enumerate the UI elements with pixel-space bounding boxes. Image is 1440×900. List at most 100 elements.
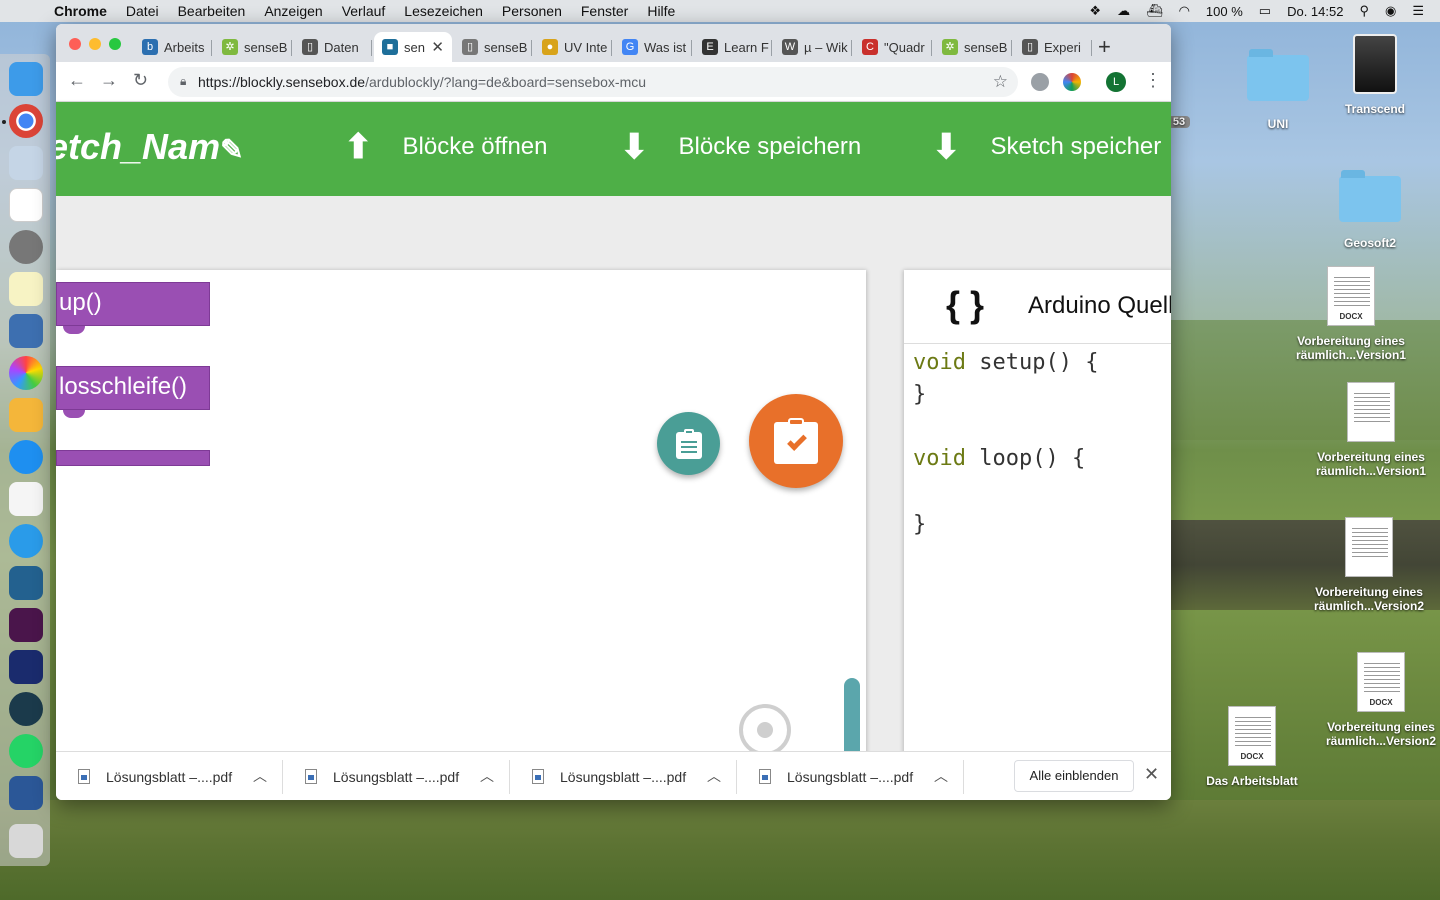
dropbox-icon[interactable]: ❖ bbox=[1089, 3, 1101, 19]
tab-3-active[interactable]: ■ sen ✕ bbox=[374, 32, 452, 62]
forward-arrow-icon[interactable]: → bbox=[100, 70, 118, 91]
cloud-upload-icon[interactable] bbox=[9, 524, 43, 558]
save-sketch-button[interactable]: ⬇ Sketch speicher bbox=[932, 122, 1161, 172]
compile-button[interactable] bbox=[749, 394, 843, 488]
siri-icon[interactable]: ◉ bbox=[1385, 3, 1396, 19]
calendar-icon[interactable] bbox=[9, 188, 43, 222]
cloud-icon[interactable]: ☁ bbox=[1117, 3, 1130, 19]
chrome-extension-icon[interactable] bbox=[1063, 73, 1081, 91]
chevron-up-icon[interactable]: ︿ bbox=[934, 766, 948, 786]
desktop-doc-arbeitsblatt[interactable]: DOCX Das Arbeitsblatt bbox=[1194, 706, 1310, 788]
close-tab-icon[interactable]: ✕ bbox=[431, 38, 444, 56]
desktop-folder-uni[interactable]: UNI bbox=[1240, 49, 1316, 131]
tab-strip: b Arbeits ✲ senseB ▯ Daten ■ sen ✕ ▯ senseB ● U… bbox=[56, 24, 1171, 62]
menu-datei[interactable]: Datei bbox=[126, 3, 159, 19]
finder-icon[interactable] bbox=[9, 62, 43, 96]
menu-fenster[interactable]: Fenster bbox=[581, 3, 628, 19]
chevron-up-icon[interactable]: ︿ bbox=[707, 766, 721, 786]
tab-5[interactable]: ● UV Inte bbox=[534, 32, 612, 62]
show-all-downloads-button[interactable]: Alle einblenden bbox=[1014, 760, 1134, 792]
menu-verlauf[interactable]: Verlauf bbox=[342, 3, 386, 19]
slack-icon[interactable] bbox=[9, 608, 43, 642]
profile-avatar[interactable]: L bbox=[1106, 72, 1126, 92]
close-downloads-icon[interactable]: ✕ bbox=[1144, 764, 1159, 785]
minimize-window-button[interactable] bbox=[89, 38, 101, 50]
docker-icon[interactable]: ⛴ bbox=[1146, 3, 1163, 19]
bookmark-star-icon[interactable]: ☆ bbox=[993, 72, 1008, 92]
block-endlosschleife[interactable]: losschleife() bbox=[56, 366, 210, 418]
address-bar[interactable]: 🔒︎ https://blockly.sensebox.de/ardublock… bbox=[168, 67, 1018, 97]
tab-0[interactable]: b Arbeits bbox=[134, 32, 212, 62]
drive-extension-icon[interactable] bbox=[1031, 73, 1049, 91]
python-icon[interactable] bbox=[9, 314, 43, 348]
download-item[interactable]: Lösungsblatt –....pdf ︿ bbox=[283, 752, 510, 800]
tab-4[interactable]: ▯ senseB bbox=[454, 32, 532, 62]
desktop-drive-transcend[interactable]: Transcend bbox=[1330, 34, 1420, 116]
more-menu-icon[interactable]: ⋮ bbox=[1144, 70, 1162, 91]
app-store-icon[interactable] bbox=[9, 440, 43, 474]
pages-icon[interactable] bbox=[9, 398, 43, 432]
desktop-doc-version1-a[interactable]: DOCX Vorbereitung eines räumlich...Versi… bbox=[1290, 266, 1412, 362]
chevron-up-icon[interactable]: ︿ bbox=[253, 766, 267, 786]
clock[interactable]: Do. 14:52 bbox=[1287, 4, 1343, 19]
trash-icon[interactable] bbox=[9, 824, 43, 858]
open-blocks-button[interactable]: ⬆ Blöcke öffnen bbox=[344, 122, 548, 172]
vscode-icon[interactable] bbox=[9, 566, 43, 600]
gitkraken-icon[interactable] bbox=[9, 692, 43, 726]
menu-bearbeiten[interactable]: Bearbeiten bbox=[178, 3, 246, 19]
battery-icon[interactable]: ▭ bbox=[1259, 3, 1271, 19]
blockly-workspace[interactable]: up() losschleife() bbox=[56, 270, 866, 800]
chevron-up-icon[interactable]: ︿ bbox=[480, 766, 494, 786]
menu-hilfe[interactable]: Hilfe bbox=[647, 3, 675, 19]
tab-8[interactable]: Wµ – Wik bbox=[774, 32, 852, 62]
tab-2[interactable]: ▯ Daten bbox=[294, 32, 372, 62]
chrome-icon[interactable] bbox=[9, 104, 43, 138]
save-blocks-button[interactable]: ⬇ Blöcke speichern bbox=[620, 122, 861, 172]
zoom-window-button[interactable] bbox=[109, 38, 121, 50]
tab-favicon-icon: b bbox=[142, 39, 158, 55]
tab-1[interactable]: ✲ senseB bbox=[214, 32, 292, 62]
tab-10[interactable]: ✲ senseB bbox=[934, 32, 1012, 62]
copy-code-button[interactable] bbox=[657, 412, 720, 475]
amazon-music-icon[interactable] bbox=[9, 650, 43, 684]
textedit-icon[interactable] bbox=[9, 482, 43, 516]
tab-6[interactable]: G Was ist bbox=[614, 32, 692, 62]
spotlight-icon[interactable]: ⚲ bbox=[1359, 3, 1369, 19]
word-icon[interactable] bbox=[9, 776, 43, 810]
battery-percent[interactable]: 100 % bbox=[1206, 4, 1243, 19]
reload-icon[interactable]: ↻ bbox=[133, 70, 148, 91]
desktop-label: Geosoft2 bbox=[1343, 236, 1396, 250]
notification-center-icon[interactable]: ☰ bbox=[1412, 3, 1424, 19]
close-window-button[interactable] bbox=[69, 38, 81, 50]
pencil-icon[interactable]: ✎ bbox=[220, 134, 243, 165]
wifi-icon[interactable]: ◠ bbox=[1179, 3, 1190, 19]
code-panel: { } Arduino Quell void setup() { } void … bbox=[904, 270, 1171, 760]
menu-anzeigen[interactable]: Anzeigen bbox=[264, 3, 322, 19]
tab-11[interactable]: ▯ Experi bbox=[1014, 32, 1092, 62]
block-setup[interactable]: up() bbox=[56, 282, 210, 334]
menu-lesezeichen[interactable]: Lesezeichen bbox=[404, 3, 483, 19]
notes-icon[interactable] bbox=[9, 272, 43, 306]
block-bottom[interactable] bbox=[56, 450, 210, 466]
desktop-doc-version1-b[interactable]: Vorbereitung eines räumlich...Version1 bbox=[1310, 382, 1432, 478]
whatsapp-icon[interactable] bbox=[9, 734, 43, 768]
desktop-label: Transcend bbox=[1344, 102, 1406, 116]
menu-personen[interactable]: Personen bbox=[502, 3, 562, 19]
recenter-target-icon[interactable] bbox=[739, 704, 791, 756]
new-tab-button[interactable]: + bbox=[1098, 34, 1111, 60]
menu-app-name[interactable]: Chrome bbox=[54, 3, 107, 19]
download-item[interactable]: Lösungsblatt –....pdf ︿ bbox=[737, 752, 964, 800]
sketch-name[interactable]: etch_Nam✎ bbox=[56, 126, 244, 168]
desktop-doc-version2-a[interactable]: Vorbereitung eines räumlich...Version2 bbox=[1308, 517, 1430, 613]
tab-9[interactable]: C "Quadr bbox=[854, 32, 932, 62]
desktop-doc-version2-b[interactable]: DOCX Vorbereitung eines räumlich...Versi… bbox=[1322, 652, 1440, 748]
preview-icon[interactable] bbox=[9, 146, 43, 180]
tab-7[interactable]: E Learn F bbox=[694, 32, 772, 62]
url-text[interactable]: https://blockly.sensebox.de/ardublockly/… bbox=[198, 74, 646, 90]
download-item[interactable]: Lösungsblatt –....pdf ︿ bbox=[510, 752, 737, 800]
download-item[interactable]: Lösungsblatt –....pdf ︿ bbox=[56, 752, 283, 800]
desktop-folder-geosoft2[interactable]: Geosoft2 bbox=[1330, 170, 1410, 250]
photos-icon[interactable] bbox=[9, 356, 43, 390]
system-preferences-icon[interactable] bbox=[9, 230, 43, 264]
back-arrow-icon[interactable]: ← bbox=[68, 70, 86, 91]
